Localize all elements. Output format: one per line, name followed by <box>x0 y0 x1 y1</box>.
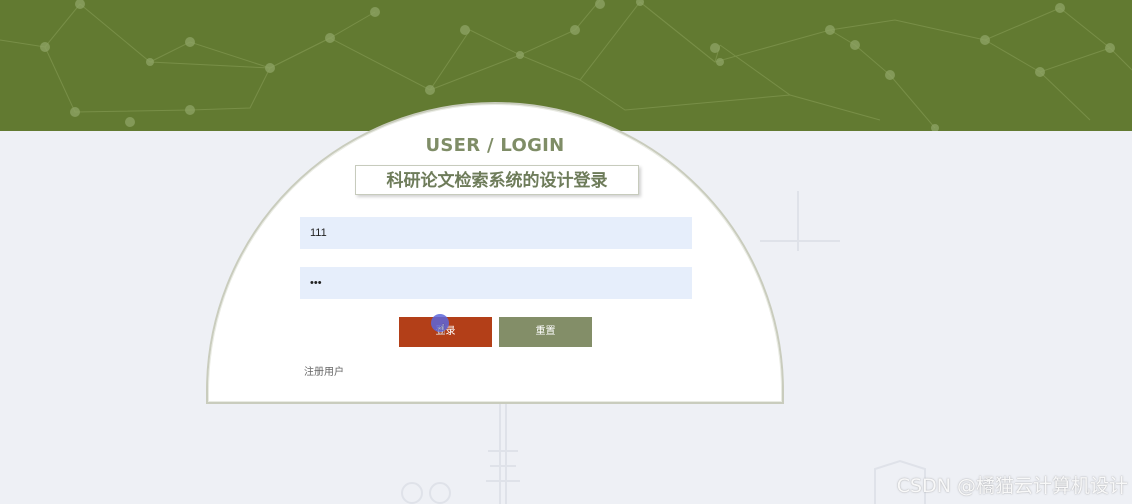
system-title: 科研论文检索系统的设计登录 <box>355 165 639 195</box>
password-input[interactable]: ••• <box>300 267 692 299</box>
pointer-hand-icon: ☝ <box>437 322 446 338</box>
register-link[interactable]: 注册用户 <box>304 363 344 378</box>
login-heading: USER / LOGIN <box>425 135 565 156</box>
watermark: CSDN @橘猫云计算机设计 <box>896 475 1128 497</box>
login-card: USER / LOGIN 科研论文检索系统的设计登录 111 ••• 登录 重置… <box>206 102 784 404</box>
reset-button[interactable]: 重置 <box>499 317 592 347</box>
username-input[interactable]: 111 <box>300 217 692 249</box>
login-page: USER / LOGIN 科研论文检索系统的设计登录 111 ••• 登录 重置… <box>0 0 1132 504</box>
